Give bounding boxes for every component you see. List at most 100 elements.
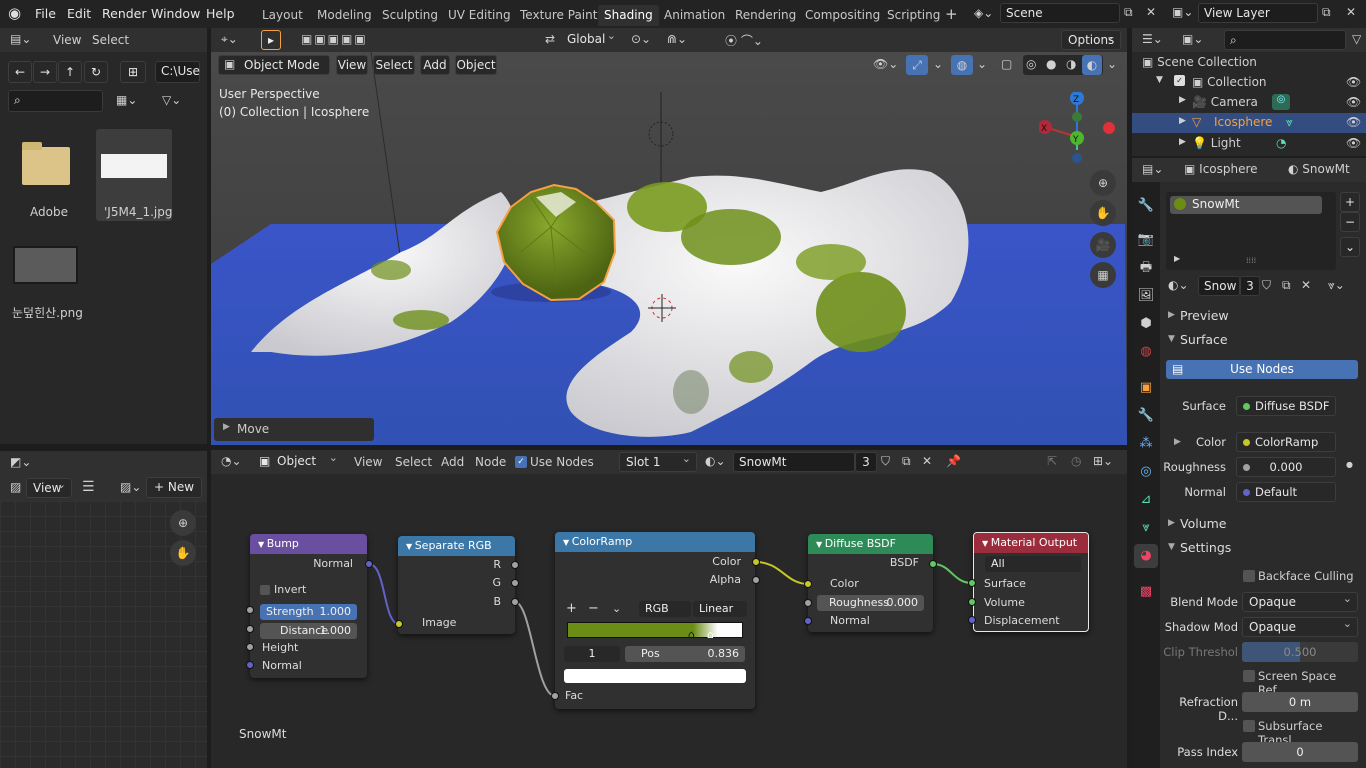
- image-browse-icon[interactable]: ▨⌄: [120, 480, 141, 494]
- editor-type-icon[interactable]: ⌖⌄: [221, 32, 238, 47]
- scene-tab-icon[interactable]: ⬢: [1134, 312, 1158, 336]
- material-output-node[interactable]: ▼ Material Output All Surface Volume Dis…: [973, 532, 1089, 632]
- zoom-icon[interactable]: ⊕: [1090, 170, 1116, 196]
- outliner-item-light[interactable]: 💡 Light: [1192, 136, 1241, 150]
- expand-triangle-icon[interactable]: ▶: [1168, 310, 1175, 320]
- ramp-stop-1-icon[interactable]: ⌂: [707, 628, 714, 641]
- collapse-triangle-icon[interactable]: ▼: [1168, 542, 1175, 552]
- material-output-header[interactable]: ▼ Material Output: [974, 533, 1088, 553]
- path-field[interactable]: C:\Use: [155, 61, 200, 83]
- stop-position-field[interactable]: Pos 0.836: [625, 646, 745, 662]
- fake-user-icon[interactable]: ⛉: [881, 454, 890, 469]
- constraints-tab-icon[interactable]: ⊿: [1134, 488, 1158, 512]
- surface-shader-field[interactable]: Diffuse BSDF: [1236, 396, 1336, 416]
- normal-input-field[interactable]: Default: [1236, 482, 1336, 502]
- menu-hamburger-icon[interactable]: ☰: [82, 479, 95, 495]
- xray-icon[interactable]: ▢: [1001, 57, 1012, 71]
- tab-scripting[interactable]: Scripting: [881, 5, 946, 26]
- eye-icon[interactable]: 👁: [1346, 136, 1361, 150]
- parent-node-tree-icon[interactable]: ⇱: [1047, 454, 1057, 468]
- material-browse-icon[interactable]: ◐⌄: [1168, 278, 1189, 292]
- duplicate-material-icon[interactable]: ⧉: [1282, 278, 1291, 293]
- breadcrumb-object[interactable]: ▣ Icosphere: [1184, 162, 1258, 176]
- ne-menu-view[interactable]: View: [354, 455, 382, 469]
- refraction-depth-field[interactable]: 0 m: [1242, 692, 1358, 712]
- bump-node[interactable]: ▼ Bump Normal Invert Strength 1.000 Dista…: [250, 534, 367, 678]
- physics-tab-icon[interactable]: ◎: [1134, 460, 1158, 484]
- link-mode-icon[interactable]: ⩔⌄: [1328, 278, 1345, 293]
- pivot-icon[interactable]: ⊙⌄: [631, 32, 651, 46]
- outliner-item-icosphere-selected[interactable]: ▶ ▽ Icosphere ⩔ 👁: [1132, 113, 1366, 133]
- new-image-button[interactable]: + New: [146, 477, 202, 498]
- color-mode-dropdown[interactable]: RGB: [639, 601, 691, 617]
- proportional-edit-icon[interactable]: ⦿ ⌒⌄: [725, 32, 763, 49]
- world-tab-icon[interactable]: ◍: [1134, 340, 1158, 364]
- gizmo-toggle-icon[interactable]: ⤢: [906, 55, 928, 75]
- vp-menu-select[interactable]: Select: [373, 55, 415, 75]
- material-users-count[interactable]: 3: [855, 452, 877, 472]
- b-output-socket[interactable]: [511, 598, 519, 606]
- snap-element-icon[interactable]: ⊞⌄: [1093, 454, 1113, 468]
- sss-checkbox[interactable]: [1243, 720, 1255, 732]
- filter-icon[interactable]: ▽: [1352, 32, 1361, 46]
- clip-threshold-field[interactable]: 0.500: [1242, 642, 1358, 662]
- colorramp-header[interactable]: ▼ ColorRamp: [555, 532, 755, 552]
- exclude-checkbox[interactable]: ✓: [1174, 75, 1185, 86]
- height-input-socket[interactable]: [246, 643, 254, 651]
- distance-input-socket[interactable]: [246, 625, 254, 633]
- interpolation-dropdown[interactable]: Linear: [693, 601, 747, 617]
- snap-node-icon[interactable]: ◷: [1071, 454, 1081, 468]
- image-thumbnail-png-icon[interactable]: [13, 246, 78, 284]
- viewport-3d[interactable]: ▣ Object Mode View Select Add Object 👁⌄ …: [211, 52, 1127, 445]
- material-slot-list[interactable]: SnowMt ▶ ⁞⁞⁞⁞: [1166, 192, 1336, 270]
- material-name-field[interactable]: SnowMt: [733, 452, 855, 472]
- last-operator-panel[interactable]: ▶ Move: [214, 418, 374, 441]
- options-dropdown[interactable]: Options: [1061, 28, 1121, 50]
- ssr-checkbox[interactable]: [1243, 670, 1255, 682]
- tab-texture-paint[interactable]: Texture Paint: [514, 5, 603, 26]
- roughness-field[interactable]: 0.000: [1236, 457, 1336, 477]
- expand-triangle-icon[interactable]: ▶: [1179, 116, 1186, 126]
- surface-input-socket[interactable]: [968, 579, 976, 587]
- volume-input-socket[interactable]: [968, 598, 976, 606]
- outliner-collection[interactable]: ▣ Collection: [1192, 75, 1267, 89]
- modifier-tab-icon[interactable]: 🔧: [1134, 404, 1158, 428]
- use-nodes-checkbox[interactable]: ✓: [515, 456, 527, 468]
- editor-type-icon[interactable]: ☰⌄: [1142, 32, 1163, 46]
- color-input-field[interactable]: ColorRamp: [1236, 432, 1336, 452]
- strength-field[interactable]: Strength 1.000: [260, 604, 357, 620]
- active-stop-index[interactable]: 1: [564, 646, 620, 662]
- editor-type-icon[interactable]: ▤⌄: [10, 32, 31, 46]
- particles-tab-icon[interactable]: ⁂: [1134, 432, 1158, 456]
- select-tool-icon[interactable]: ▸: [261, 30, 281, 50]
- tab-animation[interactable]: Animation: [658, 5, 731, 26]
- ne-menu-add[interactable]: Add: [441, 455, 464, 469]
- add-stop-icon[interactable]: +: [566, 601, 577, 617]
- unlink-material-icon[interactable]: ✕: [922, 454, 932, 468]
- tab-sculpting[interactable]: Sculpting: [376, 5, 444, 26]
- strength-input-socket[interactable]: [246, 606, 254, 614]
- slot-dropdown[interactable]: Slot 1: [619, 450, 697, 472]
- node-editor-canvas[interactable]: ▼ Bump Normal Invert Strength 1.000 Dista…: [211, 474, 1127, 768]
- stop-color-swatch[interactable]: [564, 669, 746, 683]
- forward-arrow-icon[interactable]: →: [33, 61, 57, 83]
- eye-icon[interactable]: 👁: [1346, 75, 1361, 89]
- pan-hand-icon[interactable]: ✋: [1090, 200, 1116, 226]
- selection-mode-icons[interactable]: ▣▣▣▣▣: [301, 32, 368, 46]
- separate-rgb-header[interactable]: ▼ Separate RGB: [398, 536, 515, 556]
- tool-tab-icon[interactable]: 🔧: [1134, 194, 1158, 218]
- ne-menu-select[interactable]: Select: [395, 455, 432, 469]
- output-target-dropdown[interactable]: All: [985, 556, 1081, 572]
- wireframe-shading-icon[interactable]: ◎: [1026, 57, 1036, 71]
- camera-data-icon[interactable]: ◎: [1272, 94, 1290, 110]
- scene-name-field[interactable]: Scene: [1000, 3, 1120, 23]
- view-layer-field[interactable]: View Layer: [1198, 3, 1318, 23]
- perspective-toggle-icon[interactable]: ▦: [1090, 262, 1116, 288]
- g-output-socket[interactable]: [511, 579, 519, 587]
- navigation-gizmo[interactable]: Z X Y: [1038, 91, 1119, 172]
- diffuse-bsdf-node[interactable]: ▼ Diffuse BSDF BSDF Color Roughness 0.000…: [808, 534, 933, 632]
- blend-mode-dropdown[interactable]: Opaque: [1242, 590, 1358, 612]
- material-slot-item[interactable]: SnowMt: [1170, 196, 1322, 214]
- bsdf-output-socket[interactable]: [929, 560, 937, 568]
- light-data-icon[interactable]: ◔: [1276, 136, 1286, 150]
